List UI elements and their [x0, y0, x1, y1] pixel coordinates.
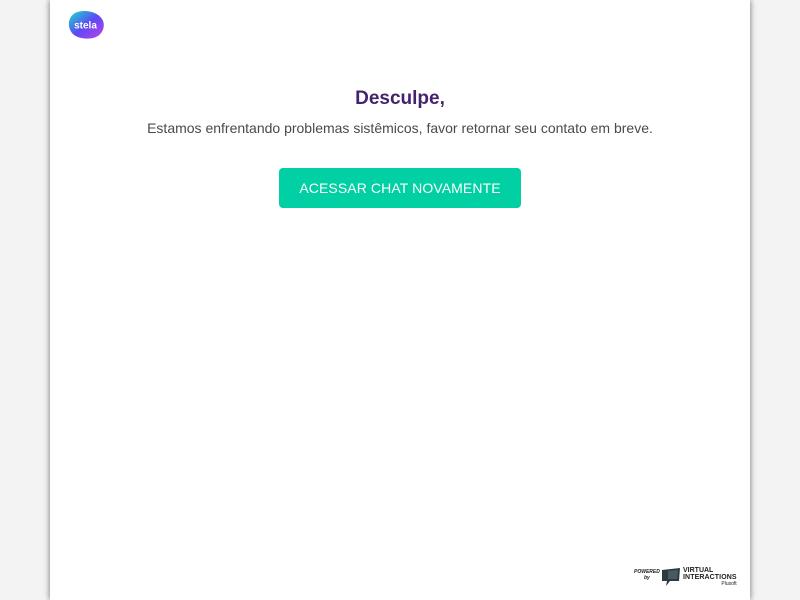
error-title: Desculpe, [355, 88, 445, 109]
page-container: stela Desculpe, Estamos enfrentando prob… [50, 0, 750, 600]
virtual-interactions-icon [662, 568, 680, 586]
powered-by-footer[interactable]: POWERED by VIRTUAL INTERACTIONS Plusoft [634, 566, 738, 590]
stela-logo-icon: stela [67, 10, 105, 40]
error-message: Estamos enfrentando problemas sistêmicos… [147, 120, 653, 136]
brand-line-1: VIRTUAL [683, 567, 714, 574]
svg-text:stela: stela [74, 21, 97, 32]
by-text: by [644, 575, 650, 581]
brand-line-3: Plusoft [721, 581, 737, 587]
reopen-chat-button[interactable]: ACESSAR CHAT NOVAMENTE [279, 168, 521, 208]
virtual-interactions-brand: VIRTUAL INTERACTIONS Plusoft [683, 567, 737, 587]
brand-line-2: INTERACTIONS [683, 574, 737, 581]
powered-by-label: POWERED by [634, 569, 660, 581]
